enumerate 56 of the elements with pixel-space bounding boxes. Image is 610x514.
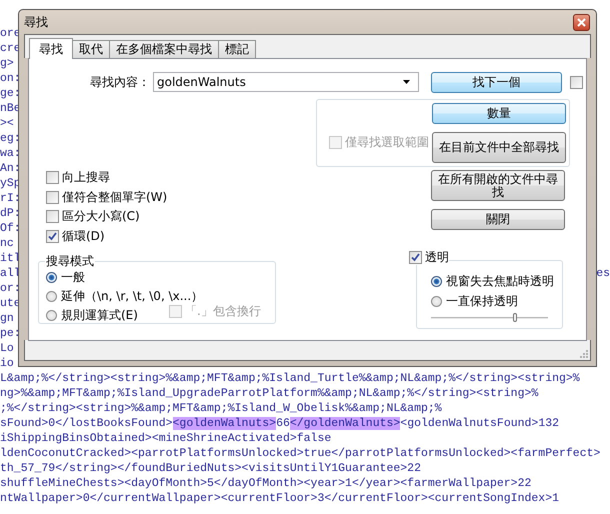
find-in-all-button[interactable]: 在所有開啟的文件中尋找 [431, 170, 565, 201]
code-fragment: es [596, 266, 610, 281]
close-button[interactable] [573, 14, 590, 30]
tab[interactable]: 在多個檔案中尋找 [109, 40, 219, 58]
find-all-button[interactable]: 在目前文件中全部尋找 [432, 132, 566, 163]
radio-button[interactable]: 視窗失去焦點時透明 [431, 271, 554, 291]
close-icon [577, 18, 586, 26]
find-next-button[interactable]: 找下一個 [431, 72, 562, 92]
code-line: ntWallpaper>0</currentWallpaper><currentFloor>3</currentFloor><currentSongIndex>1 [0, 491, 559, 506]
code-fragment: Lo [0, 341, 14, 356]
code-fragment: dP: [0, 206, 21, 221]
code-fragment: nc [0, 236, 14, 251]
code-fragment: An: [0, 161, 21, 176]
check-icon [410, 252, 421, 262]
code-line: ng>%&amp;MFT&amp;%Island_UpgradeParrotPlatform%&amp;NL&amp;%</string><string>% [0, 386, 538, 401]
checkbox[interactable]: 透明 [409, 249, 449, 265]
code-fragment: wa: [0, 146, 21, 161]
count-button[interactable]: 數量 [432, 103, 566, 124]
checkbox[interactable]: 僅符合整個單字(W) [46, 190, 431, 205]
checkbox[interactable]: 向上搜尋 [46, 170, 431, 186]
code-fragment: Of: [0, 221, 21, 236]
caret-icon [403, 80, 410, 84]
radio-button[interactable]: 一直保持透明 [431, 291, 518, 311]
code-fragment: on: [0, 71, 21, 86]
checkbox[interactable]: 區分大小寫(C) [46, 209, 431, 224]
checkbox[interactable]: 循環(D) [46, 228, 431, 244]
code-fragment: ge: [0, 86, 21, 101]
slider-thumb[interactable] [513, 313, 518, 322]
resize-grip-icon[interactable] [580, 350, 588, 358]
search-combo-box[interactable]: goldenWalnuts [153, 72, 419, 92]
group-title: 搜尋模式 [45, 254, 95, 268]
code-fragment: eg: [0, 131, 21, 146]
check-icon [47, 230, 58, 242]
field-label: 尋找內容： [89, 74, 150, 90]
code-fragment: >< [0, 116, 14, 131]
tab[interactable]: 標記 [218, 40, 256, 58]
code-line: ;%</string><string>%&amp;MFT&amp;%Island_W_Obelisk%&amp;NL&amp;% [0, 401, 442, 416]
code-fragment: pe: [0, 326, 21, 341]
code-line: ldenCoconutCracked><parrotPlatformsUnlocked>true</parrotPlatformsUnlocked><farmPerfect> [0, 446, 600, 461]
checkbox[interactable] [570, 76, 583, 88]
radio-button[interactable]: 一般 [46, 268, 85, 287]
code-fragment: gn [0, 311, 14, 326]
code-line: iShippingBinsObtained><mineShrineActivated>false [0, 431, 332, 446]
tab[interactable]: 取代 [72, 40, 110, 58]
close-dialog-button[interactable]: 關閉 [431, 209, 565, 230]
window-title: 尋找 [24, 14, 48, 30]
code-fragment: io [0, 356, 14, 371]
code-fragment: or: [0, 281, 21, 296]
code-line: th_57_79</string></foundBuriedNuts><visitsUntilY1Guarantee>22 [0, 461, 421, 476]
code-fragment: g> [0, 56, 14, 71]
code-line: sFound>0</lostBooksFound><goldenWalnuts>66</goldenWalnuts><goldenWalnutsFound>132 [0, 416, 560, 431]
code-fragment: rI: [0, 191, 21, 206]
tab[interactable]: 尋找 [29, 38, 73, 59]
radio-button[interactable]: 規則運算式(E) [46, 306, 138, 325]
code-line: L&amp;%</string><string>%&amp;MFT&amp;%Island_Turtle%&amp;NL&amp;%</string><string>% [0, 371, 580, 386]
code-line: shuffleMineChests><dayOfMonth>5</dayOfMonth><year>1</year><farmerWallpaper>22 [0, 476, 532, 491]
